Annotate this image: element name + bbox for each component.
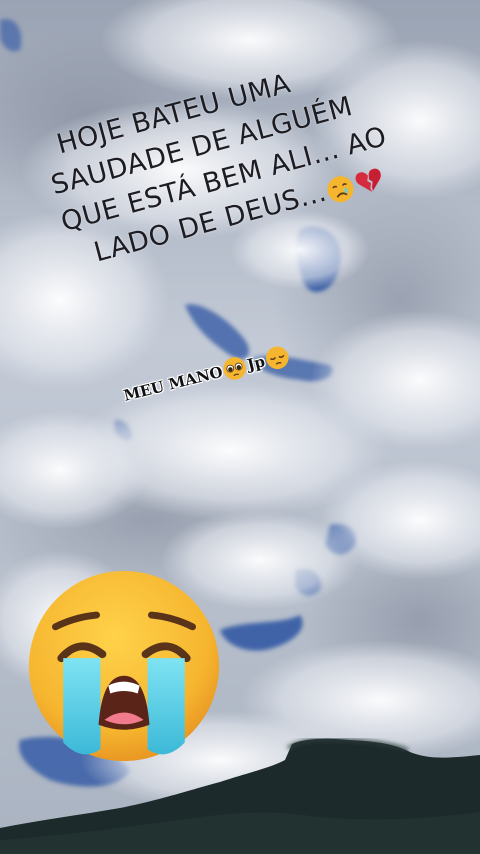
loudly-crying-face-icon	[28, 570, 220, 762]
video-frame: HOJE BATEU UMA SAUDADE DE ALGUÉM QUE EST…	[0, 0, 480, 854]
broken-heart-icon	[355, 168, 381, 192]
